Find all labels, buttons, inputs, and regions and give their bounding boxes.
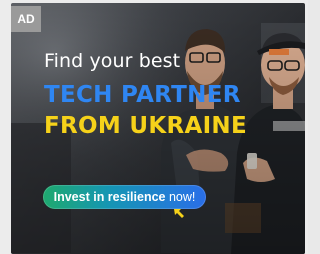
ad-headline-line-2: FROM UKRAINE <box>44 113 247 139</box>
cta-strong-text: Invest in resilience <box>53 190 166 204</box>
ad-headline-line-1: TECH PARTNER <box>44 82 241 108</box>
ad-frame: AD Find your best TECH PARTNER FROM UKRA… <box>0 0 308 254</box>
cursor-arrow-icon <box>174 209 184 218</box>
ad-copy: Find your best TECH PARTNER FROM UKRAINE <box>44 49 247 140</box>
cta-rest-text: now! <box>165 190 196 204</box>
ad-badge: AD <box>11 6 41 32</box>
ad-banner[interactable]: AD Find your best TECH PARTNER FROM UKRA… <box>11 3 305 254</box>
ad-intro-text: Find your best <box>44 50 181 72</box>
